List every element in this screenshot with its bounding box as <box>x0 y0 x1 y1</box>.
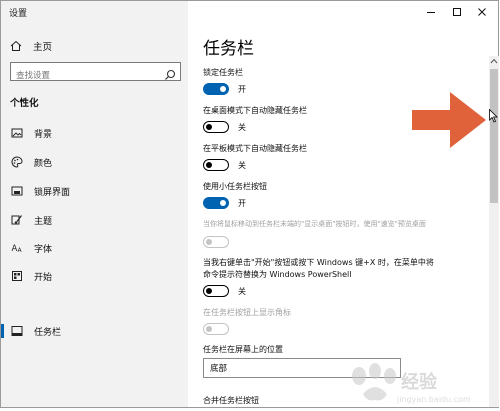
sidebar-item-label: 开始 <box>34 272 53 283</box>
sidebar-item-label: 背景 <box>34 129 53 140</box>
svg-text:经验: 经验 <box>401 371 438 393</box>
taskbar-position-label: 任务栏在屏幕上的位置 <box>203 345 283 354</box>
toggle-small-buttons[interactable]: 开 <box>203 197 246 209</box>
sidebar-item-background[interactable]: 背景 <box>1 122 188 144</box>
combine-buttons-label: 合并任务栏按钮 <box>203 396 259 405</box>
toggle-state: 关 <box>238 286 246 296</box>
search-input[interactable] <box>11 67 161 85</box>
sidebar-item-colors[interactable]: 颜色 <box>1 151 188 173</box>
toggle-lock-taskbar[interactable]: 开 <box>203 83 246 95</box>
toggle-switch[interactable] <box>203 285 229 297</box>
toggle-peek <box>203 236 229 248</box>
start-icon <box>10 269 24 283</box>
palette-icon <box>10 155 24 169</box>
taskbar-position-value: 底部 <box>210 364 228 374</box>
taskbar-icon <box>10 324 24 338</box>
section-title: 个性化 <box>10 98 39 109</box>
content-pane: 任务栏 锁定任务栏 开 在桌面模式下自动隐藏任务栏 关 在平板模式下自动隐藏任务… <box>188 1 489 407</box>
sidebar-item-label: 任务栏 <box>34 327 62 338</box>
search-box[interactable] <box>10 62 181 85</box>
toggle-autohide-desktop[interactable]: 关 <box>203 121 246 133</box>
sidebar-item-label: 锁屏界面 <box>34 187 71 198</box>
sidebar: 设置 主页 个性化 背景 颜色 锁屏界面 主题 <box>1 1 188 407</box>
picture-icon <box>10 126 24 140</box>
minimize-button[interactable] <box>417 3 445 19</box>
toggle-powershell[interactable]: 关 <box>203 285 246 297</box>
toggle-switch[interactable] <box>203 83 229 95</box>
minimize-icon <box>426 2 436 21</box>
toggle-state: 关 <box>238 160 246 170</box>
baidu-watermark: 经验 jingyan.baidu.com <box>345 362 495 407</box>
sidebar-item-label: 字体 <box>34 244 53 255</box>
sidebar-item-home[interactable]: 主页 <box>9 39 52 53</box>
toggle-switch[interactable] <box>203 121 229 133</box>
mouse-cursor-icon <box>489 109 498 123</box>
toggle-state: 开 <box>238 84 246 94</box>
toggle-autohide-tablet[interactable]: 关 <box>203 159 246 171</box>
toggle-switch[interactable] <box>203 197 229 209</box>
setting-label-powershell: 当我右键单击"开始"按钮或按下 Windows 键+X 时，在菜单中将命令提示符… <box>203 258 434 279</box>
scrollbar-thumb[interactable] <box>490 69 498 203</box>
setting-label-badges: 在任务栏按钮上显示角标 <box>203 308 291 317</box>
lock-screen-icon <box>10 184 24 198</box>
toggle-badges <box>203 323 229 335</box>
setting-label-lock-taskbar: 锁定任务栏 <box>203 68 243 77</box>
setting-label-peek: 当你将鼠标移动到任务栏末端的"显示桌面"按钮时，使用"速览"预览桌面 <box>203 220 426 228</box>
toggle-state: 开 <box>238 198 246 208</box>
maximize-icon <box>452 2 462 21</box>
baidu-watermark-logo: 经验 jingyan.baidu.com <box>352 363 471 404</box>
app-title: 设置 <box>9 9 28 19</box>
toggle-state: 关 <box>238 122 246 132</box>
toggle-switch[interactable] <box>203 159 229 171</box>
sidebar-item-lock-screen[interactable]: 锁屏界面 <box>1 180 188 202</box>
theme-brush-icon <box>10 213 24 227</box>
close-button[interactable] <box>468 3 496 19</box>
home-icon <box>9 39 23 53</box>
sidebar-item-label: 颜色 <box>34 158 53 169</box>
close-icon <box>477 2 487 21</box>
toggle-switch <box>203 236 229 248</box>
font-icon: AA <box>10 241 24 255</box>
sidebar-item-label: 主题 <box>34 216 53 227</box>
sidebar-item-fonts[interactable]: AA 字体 <box>1 237 188 259</box>
setting-label-autohide-tablet: 在平板模式下自动隐藏任务栏 <box>203 144 307 153</box>
toggle-switch <box>203 323 229 335</box>
sidebar-item-themes[interactable]: 主题 <box>1 209 188 231</box>
setting-label-autohide-desktop: 在桌面模式下自动隐藏任务栏 <box>203 106 307 115</box>
search-icon[interactable] <box>164 66 176 80</box>
orange-arrow-icon <box>412 92 486 148</box>
scroll-up-icon[interactable] <box>489 58 499 66</box>
sidebar-item-start[interactable]: 开始 <box>1 265 188 287</box>
svg-text:jingyan.baidu.com: jingyan.baidu.com <box>396 395 471 404</box>
setting-label-small-buttons: 使用小任务栏按钮 <box>203 182 267 191</box>
sidebar-item-home-label: 主页 <box>33 42 53 53</box>
maximize-button[interactable] <box>443 3 471 19</box>
svg-text:A: A <box>18 247 23 254</box>
page-title: 任务栏 <box>203 39 254 59</box>
sidebar-item-taskbar[interactable]: 任务栏 <box>1 320 188 342</box>
